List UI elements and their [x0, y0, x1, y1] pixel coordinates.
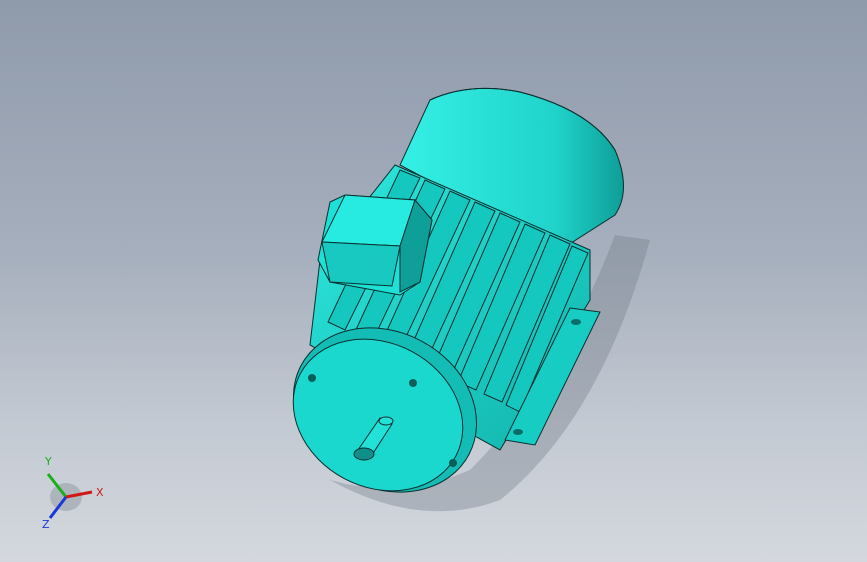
axis-triad: Y X Z	[42, 455, 104, 531]
terminal-box	[317, 194, 433, 296]
graphics-viewport[interactable]: Y X Z	[0, 0, 867, 562]
motor-model[interactable]	[0, 0, 867, 562]
z-axis-label: Z	[42, 518, 50, 531]
y-axis-label: Y	[44, 455, 52, 468]
x-axis-label: X	[96, 486, 104, 499]
